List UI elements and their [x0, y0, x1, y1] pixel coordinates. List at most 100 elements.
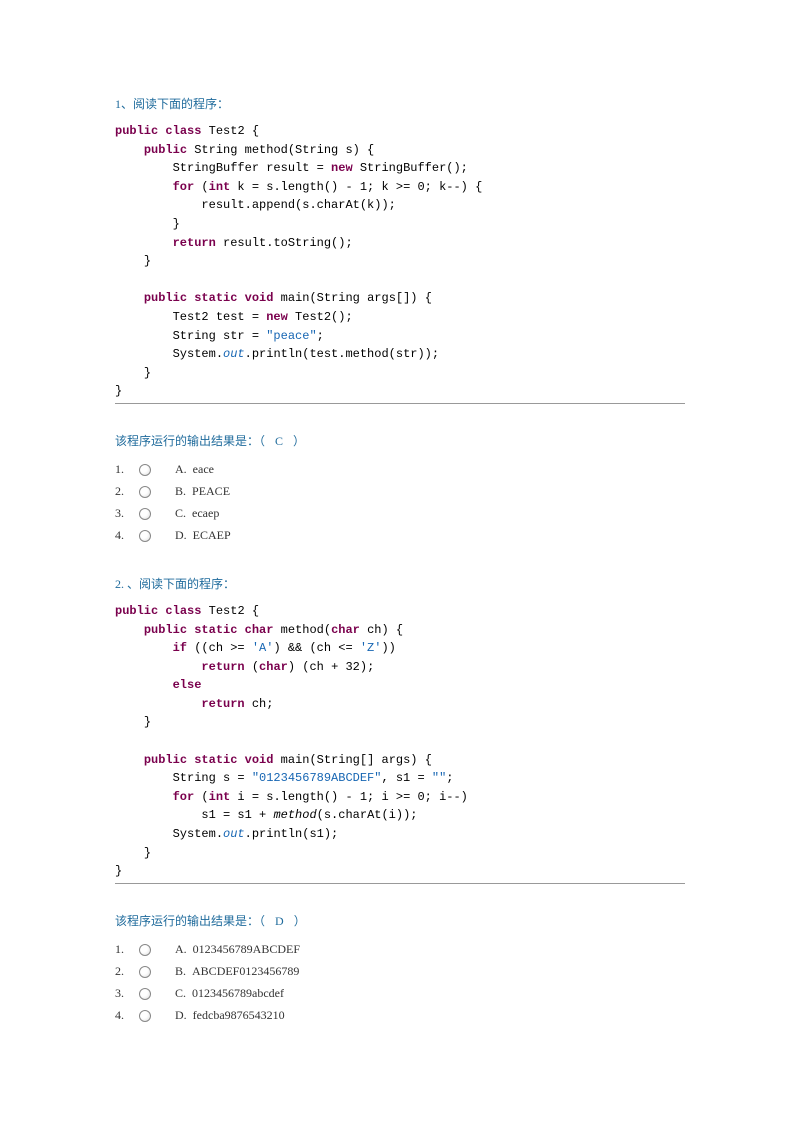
kw-new: new [266, 310, 288, 324]
code-text: } [144, 715, 151, 729]
q2-answer: D [275, 914, 284, 928]
code-text: Test2 { [201, 604, 259, 618]
q2-title: 2. 、阅读下面的程序： [115, 575, 685, 592]
code-text: , s1 = [381, 771, 431, 785]
option-label: C.0123456789abcdef [175, 986, 284, 1001]
option-text: ECAEP [193, 528, 231, 542]
option-label: A.eace [175, 462, 214, 477]
radio-icon[interactable] [139, 486, 151, 498]
option-letter: C. [175, 506, 186, 520]
option-letter: D. [175, 528, 187, 542]
method-call: method [273, 808, 316, 822]
q2-code-block: public class Test2 { public static char … [115, 602, 685, 884]
code-text: ch) { [360, 623, 403, 637]
char-literal: 'A' [252, 641, 274, 655]
q1-answer: C [275, 434, 283, 448]
q2-option-c[interactable]: 3. C.0123456789abcdef [115, 983, 685, 1005]
option-text: PEACE [192, 484, 230, 498]
option-number: 4. [115, 528, 137, 543]
kw-return: return [173, 236, 216, 250]
option-letter: B. [175, 964, 186, 978]
kw-void: void [237, 753, 273, 767]
string-literal: "0123456789ABCDEF" [252, 771, 382, 785]
q1-title: 1、阅读下面的程序： [115, 95, 685, 112]
kw-public: public [144, 753, 187, 767]
q2-option-d[interactable]: 4. D.fedcba9876543210 [115, 1005, 685, 1027]
option-label: C.ecaep [175, 506, 219, 521]
q1-option-d[interactable]: 4. D. ECAEP [115, 525, 685, 547]
code-text: System. [173, 827, 223, 841]
code-text: result.append(s.charAt(k)); [201, 198, 395, 212]
prompt-prefix: 该程序运行的输出结果是：（ [115, 434, 265, 448]
radio-icon[interactable] [139, 944, 151, 956]
q1-option-b[interactable]: 2. B.PEACE [115, 481, 685, 503]
code-text: ( [245, 660, 259, 674]
kw-for: for [173, 790, 195, 804]
option-number: 4. [115, 1008, 137, 1023]
kw-public: public [144, 291, 187, 305]
q1-option-a[interactable]: 1. A.eace [115, 459, 685, 481]
code-text: ) && (ch <= [273, 641, 359, 655]
field-out: out [223, 827, 245, 841]
code-text: main(String[] args) { [273, 753, 431, 767]
code-text: ( [194, 180, 208, 194]
option-label: B. ABCDEF0123456789 [175, 964, 299, 979]
code-text: )) [381, 641, 395, 655]
kw-static: static [187, 291, 237, 305]
code-text: method( [273, 623, 331, 637]
code-text: .println(s1); [245, 827, 339, 841]
kw-return: return [201, 660, 244, 674]
option-letter: C. [175, 986, 186, 1000]
code-text: } [173, 217, 180, 231]
prompt-suffix: ） [293, 434, 305, 448]
code-text: System. [173, 347, 223, 361]
code-text: ((ch >= [187, 641, 252, 655]
option-number: 3. [115, 986, 137, 1001]
q1-option-c[interactable]: 3. C.ecaep [115, 503, 685, 525]
code-text: (s.charAt(i)); [317, 808, 418, 822]
option-text: 0123456789ABCDEF [193, 942, 300, 956]
kw-return: return [201, 697, 244, 711]
option-text: ABCDEF0123456789 [192, 964, 299, 978]
q2-options: 1. A.0123456789ABCDEF 2. B.ABCDEF0123456… [115, 939, 685, 1027]
code-text: StringBuffer(); [353, 161, 468, 175]
kw-public: public [144, 623, 187, 637]
code-text: i = s.length() - 1; i >= 0; i--) [230, 790, 468, 804]
code-text: } [144, 846, 151, 860]
code-text: ) (ch + 32); [288, 660, 374, 674]
code-text: String method(String s) { [187, 143, 374, 157]
code-text: Test2 { [201, 124, 259, 138]
kw-class: class [158, 124, 201, 138]
kw-public: public [144, 143, 187, 157]
code-text: result.toString(); [216, 236, 353, 250]
code-text: } [115, 384, 122, 398]
radio-icon[interactable] [139, 988, 151, 1000]
option-number: 3. [115, 506, 137, 521]
q1-code-block: public class Test2 { public String metho… [115, 122, 685, 404]
option-letter: D. [175, 1008, 187, 1022]
q2-option-b[interactable]: 2. B.ABCDEF0123456789 [115, 961, 685, 983]
kw-static: static [187, 753, 237, 767]
string-literal: "peace" [266, 329, 316, 343]
prompt-suffix: ） [294, 914, 306, 928]
kw-if: if [173, 641, 187, 655]
kw-char: char [331, 623, 360, 637]
option-label: D.fedcba9876543210 [175, 1008, 285, 1023]
option-number: 1. [115, 462, 137, 477]
q1-answer-prompt: 该程序运行的输出结果是：（ C ） [115, 432, 685, 449]
kw-public: public [115, 604, 158, 618]
kw-char: char [237, 623, 273, 637]
code-text: k = s.length() - 1; k >= 0; k--) { [230, 180, 482, 194]
radio-icon[interactable] [139, 966, 151, 978]
kw-char: char [259, 660, 288, 674]
kw-int: int [209, 790, 231, 804]
radio-icon[interactable] [139, 1010, 151, 1022]
kw-class: class [158, 604, 201, 618]
radio-icon[interactable] [139, 508, 151, 520]
radio-icon[interactable] [139, 464, 151, 476]
q2-option-a[interactable]: 1. A.0123456789ABCDEF [115, 939, 685, 961]
code-text: ch; [245, 697, 274, 711]
code-text: Test2(); [288, 310, 353, 324]
radio-icon[interactable] [139, 530, 151, 542]
code-text: } [144, 254, 151, 268]
